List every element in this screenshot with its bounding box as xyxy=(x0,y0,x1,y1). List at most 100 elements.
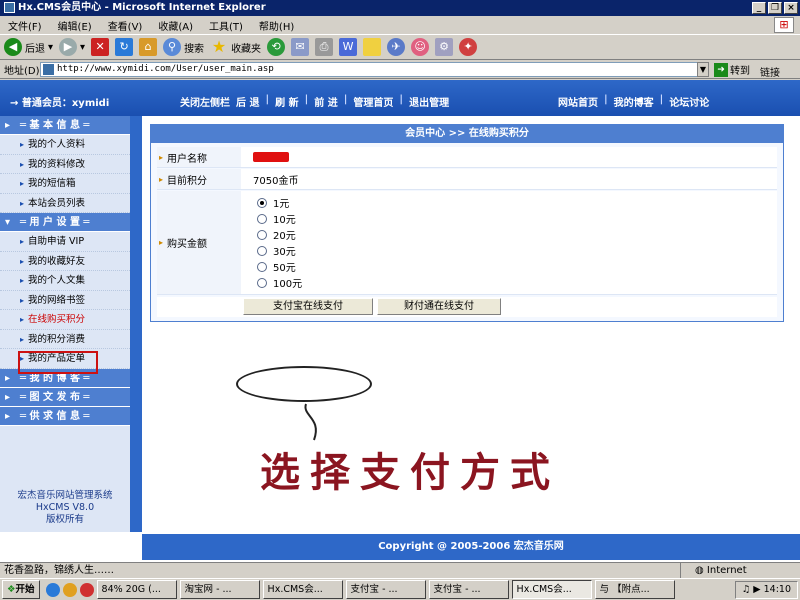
sidebar-item-bookmarks[interactable]: 我的网络书签 xyxy=(0,291,130,310)
expand-arrow-icon: ▸ xyxy=(5,372,11,384)
credits-line: 宏杰音乐网站管理系统 xyxy=(17,490,113,501)
sidebar-item-edit-profile[interactable]: 我的资料修改 xyxy=(0,155,130,174)
tenpay-button[interactable]: 财付通在线支付 xyxy=(377,298,501,315)
desktop-icon[interactable] xyxy=(62,582,77,597)
option-label: 100元 xyxy=(273,279,303,290)
refresh-icon[interactable]: ↻ xyxy=(115,38,134,56)
print-icon[interactable]: ⎙ xyxy=(315,38,334,56)
zone-label: Internet xyxy=(706,565,747,576)
radio[interactable] xyxy=(257,245,267,256)
sidebar-item-inbox[interactable]: 我的短信箱 xyxy=(0,174,130,194)
sidebar-item-points-spending[interactable]: 我的积分消费 xyxy=(0,330,130,349)
forward-button[interactable]: ▶ ▾ xyxy=(59,38,85,56)
nav-back[interactable]: 后 退 xyxy=(236,94,259,109)
panel-header: 会员中心 >> 在线购买积分 xyxy=(151,125,783,143)
highlight-box xyxy=(18,351,98,374)
amount-row: 购买金额 1元 10元 20元 30元 50元 100元 xyxy=(157,191,777,295)
close-window-button[interactable]: × xyxy=(784,2,798,14)
nav-logout[interactable]: 退出管理 xyxy=(409,94,449,109)
nav-forum[interactable]: 论坛讨论 xyxy=(669,94,709,109)
plugin-icon[interactable]: ✦ xyxy=(459,38,478,56)
menu-edit[interactable]: 编辑(E) xyxy=(58,18,92,33)
menu-view[interactable]: 查看(V) xyxy=(108,18,143,33)
start-button[interactable]: ❖开始 xyxy=(2,580,40,599)
favorites-button[interactable]: ★ 收藏夹 xyxy=(210,38,261,56)
amount-option-10[interactable]: 10元 xyxy=(257,211,296,226)
qq-pet-icon[interactable]: ☺ xyxy=(411,38,430,56)
amount-option-20[interactable]: 20元 xyxy=(257,227,296,242)
messenger-icon[interactable]: ✈ xyxy=(387,38,406,56)
radio[interactable] xyxy=(257,229,267,240)
sidebar-item-apply-vip[interactable]: 自助申请 VIP xyxy=(0,232,130,252)
task-hxcms-1[interactable]: Hx.CMS会... xyxy=(262,580,343,599)
amount-option-50[interactable]: 50元 xyxy=(257,259,296,274)
task-taobao[interactable]: 淘宝网 - ... xyxy=(179,580,260,599)
stop-icon[interactable]: ✕ xyxy=(91,38,110,56)
username-label: 用户名称 xyxy=(157,147,241,167)
radio[interactable] xyxy=(257,277,267,288)
search-label: 搜索 xyxy=(184,43,205,55)
radio[interactable] xyxy=(257,261,267,272)
option-label: 10元 xyxy=(273,215,296,226)
favorites-label: 收藏夹 xyxy=(231,43,262,55)
ie-page-icon xyxy=(4,1,15,13)
tool-icon[interactable]: ⚙ xyxy=(435,38,454,56)
radio-selected[interactable] xyxy=(257,197,267,208)
radio[interactable] xyxy=(257,213,267,224)
amount-option-1[interactable]: 1元 xyxy=(257,195,289,210)
tray-icons[interactable]: ♫ ▶ xyxy=(742,584,761,595)
app-icon[interactable] xyxy=(79,582,94,597)
edit-icon[interactable]: W xyxy=(339,38,358,56)
nav-site-home[interactable]: 网站首页 xyxy=(558,94,598,109)
back-button[interactable]: ◀ 后退 ▾ xyxy=(4,38,53,56)
sidebar-section-supply-demand[interactable]: ▸ ═ 供 求 信 息 ═ xyxy=(0,406,130,426)
sidebar-item-buy-points[interactable]: 在线购买积分 xyxy=(0,310,130,330)
nav-forward[interactable]: 前 进 xyxy=(314,94,337,109)
task-alipay-1[interactable]: 支付宝 - ... xyxy=(345,580,426,599)
restore-button[interactable]: ❐ xyxy=(768,2,782,14)
sidebar-section-user-settings[interactable]: ▾ ═ 用 户 设 置 ═ xyxy=(0,213,130,232)
address-label: 地址(D) xyxy=(4,65,40,77)
sidebar-item-favorite-friends[interactable]: 我的收藏好友 xyxy=(0,252,130,271)
nav-admin-home[interactable]: 管理首页 xyxy=(353,94,393,109)
option-label: 20元 xyxy=(273,231,296,242)
menu-tools[interactable]: 工具(T) xyxy=(209,18,243,33)
task-alipay-2[interactable]: 支付宝 - ... xyxy=(428,580,509,599)
amount-option-100[interactable]: 100元 xyxy=(257,275,302,290)
nav-close-left-panel[interactable]: 关闭左侧栏 xyxy=(180,94,230,109)
back-arrow-icon: ◀ xyxy=(4,38,22,56)
nav-my-blog[interactable]: 我的博客 xyxy=(614,94,654,109)
clock: 14:10 xyxy=(763,584,791,595)
links-button[interactable]: 链接 xyxy=(760,64,780,79)
home-icon[interactable]: ⌂ xyxy=(139,38,158,56)
search-button[interactable]: ⚲ 搜索 xyxy=(163,38,204,56)
payment-buttons-row: 支付宝在线支付 财付通在线支付 xyxy=(157,297,777,317)
task-chat[interactable]: 与 【附点... xyxy=(594,580,675,599)
task-hxcms-2[interactable]: Hx.CMS会... xyxy=(511,580,592,599)
mail-icon[interactable]: ✉ xyxy=(291,38,310,56)
menu-help[interactable]: 帮助(H) xyxy=(259,18,294,33)
back-label: 后退 xyxy=(25,43,45,55)
sidebar-item-member-list[interactable]: 本站会员列表 xyxy=(0,194,130,213)
minimize-button[interactable]: _ xyxy=(752,2,766,14)
sidebar-section-publish[interactable]: ▸ ═ 图 文 发 布 ═ xyxy=(0,387,130,407)
ie-icon[interactable] xyxy=(45,582,60,597)
address-dropdown-button[interactable]: ▼ xyxy=(697,62,709,77)
history-icon[interactable]: ⟲ xyxy=(267,38,286,56)
sidebar-item-my-profile[interactable]: 我的个人资料 xyxy=(0,135,130,155)
nav-refresh[interactable]: 刷 新 xyxy=(275,94,298,109)
go-button[interactable]: ➜ 转到 xyxy=(714,62,750,77)
section-title: ═ 用 户 设 置 ═ xyxy=(20,217,90,228)
notes-icon[interactable] xyxy=(363,38,382,56)
amount-option-30[interactable]: 30元 xyxy=(257,243,296,258)
sidebar-item-my-anthology[interactable]: 我的个人文集 xyxy=(0,271,130,291)
task-disk[interactable]: 84% 20G (... xyxy=(96,580,177,599)
menu-file[interactable]: 文件(F) xyxy=(8,18,42,33)
points-label: 目前积分 xyxy=(157,169,241,189)
menu-favorites[interactable]: 收藏(A) xyxy=(158,18,193,33)
window-title-bar[interactable]: Hx.CMS会员中心 - Microsoft Internet Explorer… xyxy=(0,0,800,16)
credits-line: HxCMS V8.0 xyxy=(35,502,95,513)
address-input[interactable]: http://www.xymidi.com/User/user_main.asp xyxy=(40,62,708,77)
sidebar-section-basic[interactable]: ▸ ═ 基 本 信 息 ═ xyxy=(0,116,130,135)
alipay-button[interactable]: 支付宝在线支付 xyxy=(243,298,373,315)
